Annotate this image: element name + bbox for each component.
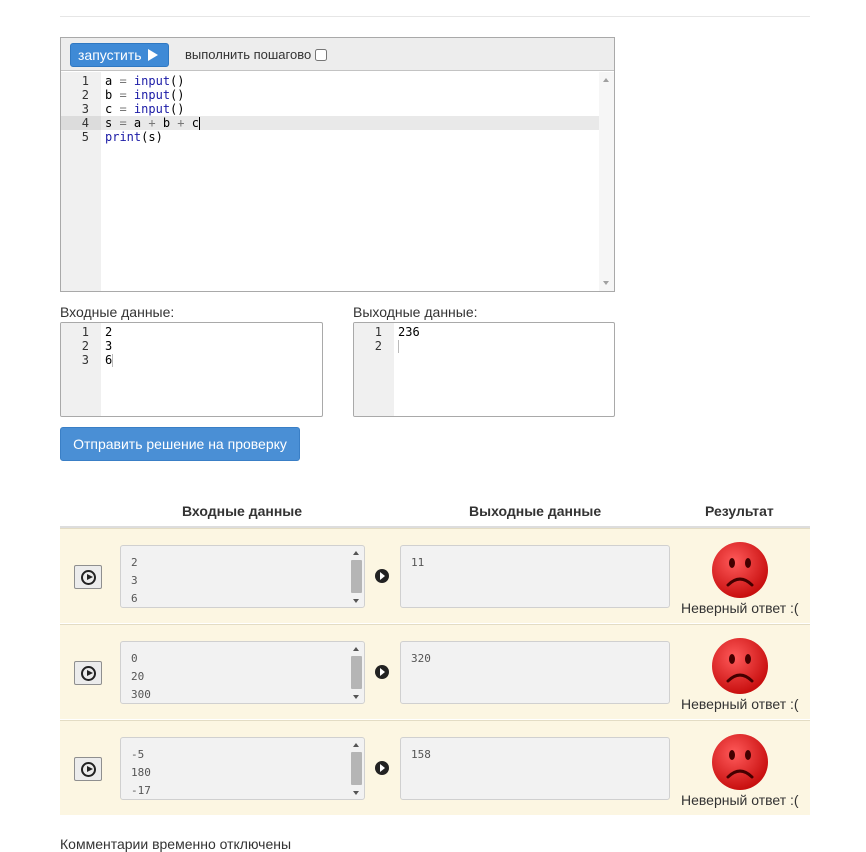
input-line: 2 3 [61,339,322,353]
textarea-scrollbar[interactable] [350,548,363,605]
output-line: 2 [354,339,614,353]
code-line: 3 c = input() [61,102,599,116]
input-label: Входные данные: [60,304,175,320]
code-line-text: a = input() [105,74,185,88]
code-line-text: b = input() [105,88,185,102]
col-header-result: Результат [705,503,774,519]
test-input-line: 6 [131,592,138,605]
code-line: 2 b = input() [61,88,599,102]
test-input-line: 3 [131,574,138,587]
arrow-right-circle-icon [375,665,389,679]
code-line: 1 a = input() [61,74,599,88]
code-lines: 1 a = input() 2 b = input() 3 c = input(… [61,74,599,144]
input-lines: 1 2 2 3 3 6 [61,325,322,367]
line-number: 4 [61,116,101,130]
top-divider [60,16,810,17]
col-header-input: Входные данные [182,503,303,519]
line-number: 2 [374,339,382,353]
line-number: 1 [81,74,89,88]
output-line-text [398,339,399,353]
play-circle-icon [80,665,96,681]
test-output-area[interactable]: 320 [400,641,670,704]
test-input-line: 300 [131,688,151,701]
verdict-text: Неверный ответ :( [681,696,799,712]
step-mode-toggle[interactable]: выполнить пошагово [185,47,328,62]
test-input-area[interactable]: 0 20 300 [120,641,365,704]
test-input-line: -17 [131,784,151,797]
test-row: 0 20 300 320 Неверный ответ :( [60,624,810,719]
test-input-line: -5 [131,748,145,761]
test-input-line: 20 [131,670,145,683]
line-number: 1 [374,325,382,339]
test-input-line: 2 [131,556,138,569]
step-mode-label: выполнить пошагово [185,47,312,62]
run-button-label: запустить [78,47,142,63]
verdict-text: Неверный ответ :( [681,792,799,808]
input-line-text: 6 [105,353,114,367]
test-input-line: 180 [131,766,151,779]
test-output-text: 320 [411,652,431,665]
sad-face-icon [712,542,768,598]
input-editor[interactable]: 1 2 2 3 3 6 [60,322,323,417]
input-line-text: 2 [105,325,113,339]
output-lines: 1 236 2 [354,325,614,353]
play-circle-icon [80,761,96,777]
line-number: 3 [81,353,89,367]
run-button[interactable]: запустить [70,43,169,67]
line-number: 2 [81,88,89,102]
col-header-output: Выходные данные [469,503,602,519]
output-label: Выходные данные: [353,304,478,320]
run-test-button[interactable] [74,661,102,685]
line-number: 1 [81,325,89,339]
step-mode-checkbox[interactable] [315,48,328,61]
code-line-text: s = a + b + c [105,116,200,130]
output-line-text: 236 [398,325,420,339]
code-line: 5 print(s) [61,130,599,144]
play-icon [147,49,158,61]
test-output-area[interactable]: 158 [400,737,670,800]
output-editor[interactable]: 1 236 2 [353,322,615,417]
sad-face-icon [712,638,768,694]
run-test-button[interactable] [74,757,102,781]
input-line-text: 3 [105,339,113,353]
test-row: 2 3 6 11 Неверный ответ :( [60,528,810,623]
play-circle-icon [80,569,96,585]
test-output-text: 11 [411,556,425,569]
line-number: 2 [81,339,89,353]
scroll-up-icon[interactable] [603,78,609,82]
test-output-text: 158 [411,748,431,761]
textarea-scrollbar[interactable] [350,644,363,701]
code-line-active: 4 s = a + b + c [61,116,599,130]
arrow-right-circle-icon [375,761,389,775]
editor-scrollbar[interactable] [599,72,614,291]
code-line-text: c = input() [105,102,185,116]
line-number: 3 [81,102,89,116]
input-line: 1 2 [61,325,322,339]
sad-face-icon [712,734,768,790]
scroll-down-icon[interactable] [603,281,609,285]
code-area[interactable]: 1 a = input() 2 b = input() 3 c = input(… [61,72,614,291]
comments-notice: Комментарии временно отключены [60,836,292,852]
input-line: 3 6 [61,353,322,367]
arrow-right-circle-icon [375,569,389,583]
test-input-line: 0 [131,652,138,665]
textarea-scrollbar[interactable] [350,740,363,797]
verdict-text: Неверный ответ :( [681,600,799,616]
line-number: 5 [81,130,89,144]
code-editor[interactable]: запустить выполнить пошагово 1 a = input… [60,37,615,292]
editor-toolbar: запустить выполнить пошагово [61,38,614,71]
submit-button[interactable]: Отправить решение на проверку [60,427,300,461]
test-row: -5 180 -17 158 Неверный ответ :( [60,720,810,815]
test-input-area[interactable]: 2 3 6 [120,545,365,608]
run-test-button[interactable] [74,565,102,589]
test-output-area[interactable]: 11 [400,545,670,608]
output-line: 1 236 [354,325,614,339]
test-input-area[interactable]: -5 180 -17 [120,737,365,800]
code-line-text: print(s) [105,130,163,144]
